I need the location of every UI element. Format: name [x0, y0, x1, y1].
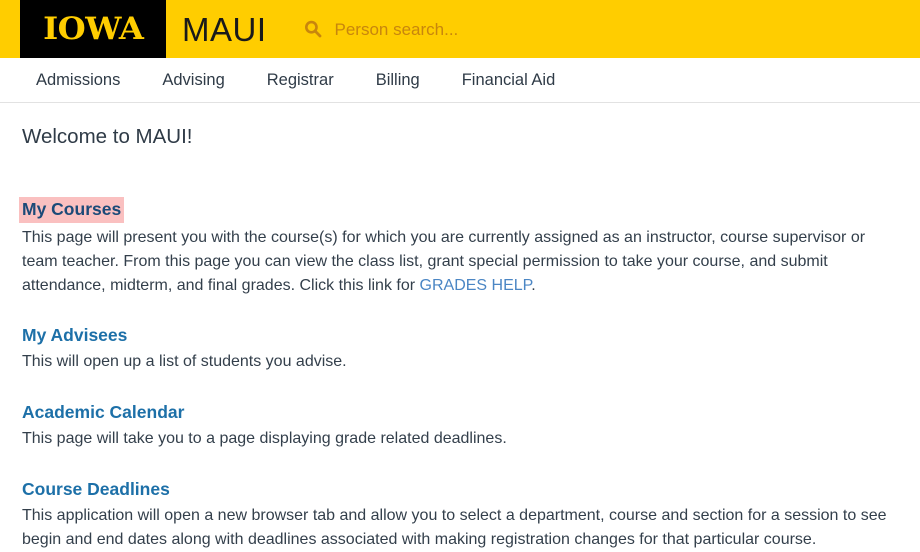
link-my-advisees[interactable]: My Advisees	[22, 325, 127, 347]
section-my-advisees: My Advisees This will open up a list of …	[22, 325, 898, 374]
description-my-courses: This page will present you with the cour…	[22, 226, 890, 298]
iowa-logo[interactable]: IOWA	[20, 0, 166, 58]
description-my-courses-tail: .	[531, 277, 535, 294]
app-title: MAUI	[182, 13, 267, 46]
primary-navigation: Admissions Advising Registrar Billing Fi…	[0, 58, 920, 103]
nav-item-registrar[interactable]: Registrar	[267, 71, 334, 90]
section-my-courses: My Courses This page will present you wi…	[22, 197, 898, 299]
description-academic-calendar: This page will take you to a page displa…	[22, 427, 890, 451]
nav-item-admissions[interactable]: Admissions	[36, 71, 120, 90]
search-icon	[303, 19, 323, 39]
link-academic-calendar[interactable]: Academic Calendar	[22, 402, 184, 424]
link-course-deadlines[interactable]: Course Deadlines	[22, 479, 170, 501]
iowa-logo-text: IOWA	[43, 14, 143, 45]
link-my-courses[interactable]: My Courses	[19, 197, 124, 224]
section-course-deadlines: Course Deadlines This application will o…	[22, 479, 898, 552]
site-header: IOWA MAUI Person search...	[0, 0, 920, 58]
search-placeholder: Person search...	[335, 21, 459, 38]
main-content: Welcome to MAUI! My Courses This page wi…	[0, 103, 920, 552]
person-search-field[interactable]: Person search...	[303, 0, 920, 58]
section-academic-calendar: Academic Calendar This page will take yo…	[22, 402, 898, 451]
page-title: Welcome to MAUI!	[22, 103, 898, 150]
nav-item-billing[interactable]: Billing	[376, 71, 420, 90]
description-course-deadlines: This application will open a new browser…	[22, 504, 890, 552]
description-my-advisees: This will open up a list of students you…	[22, 350, 890, 374]
nav-item-financial-aid[interactable]: Financial Aid	[462, 71, 556, 90]
nav-item-advising[interactable]: Advising	[162, 71, 224, 90]
link-grades-help[interactable]: GRADES HELP	[420, 277, 532, 294]
